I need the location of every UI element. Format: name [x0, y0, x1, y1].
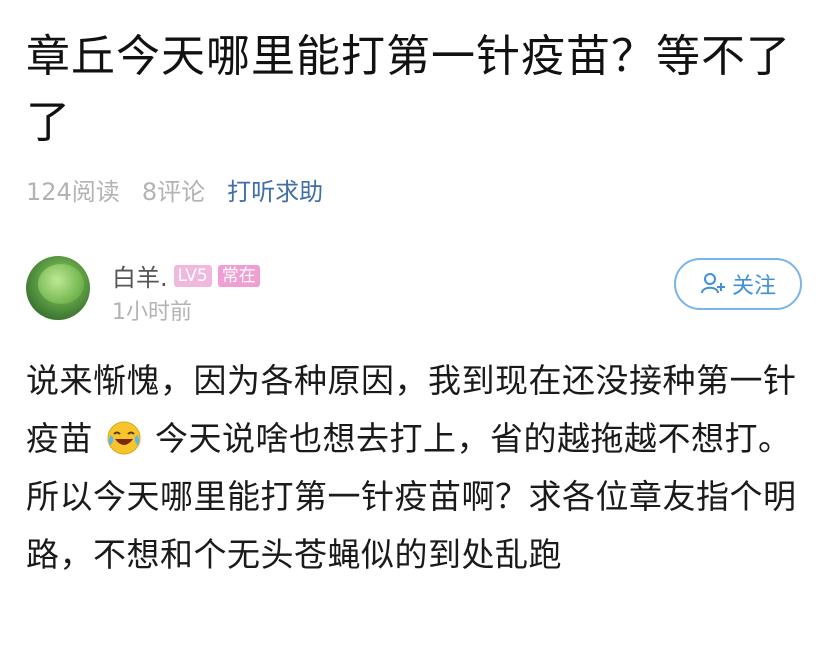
post-content: 说来惭愧，因为各种原因，我到现在还没接种第一针疫苗 今天说啥也想去打上，省的越拖…: [26, 352, 808, 584]
author-info: 白羊. LV5 常在: [112, 258, 260, 293]
post-title: 章丘今天哪里能打第一针疫苗？等不了了: [26, 31, 791, 148]
regular-badge: 常在: [217, 264, 260, 287]
avatar[interactable]: [26, 256, 90, 320]
follow-label: 关注: [731, 274, 776, 299]
post-time: 1小时前: [112, 300, 192, 325]
avatar-leaf-image: [38, 264, 84, 304]
topic-link[interactable]: 打听求助: [227, 172, 323, 207]
post-meta: 124阅读 8评论 打听求助: [26, 172, 323, 207]
follow-button[interactable]: 关注: [674, 258, 802, 310]
author-row: 白羊. LV5 常在 1小时前 关注: [26, 254, 802, 325]
read-count: 124阅读: [26, 178, 120, 206]
add-user-icon: [700, 273, 725, 294]
author-name[interactable]: 白羊.: [112, 258, 168, 293]
level-badge: LV5: [173, 264, 212, 287]
laughing-tears-emoji-icon: [107, 421, 141, 455]
comment-count[interactable]: 8评论: [142, 172, 205, 207]
